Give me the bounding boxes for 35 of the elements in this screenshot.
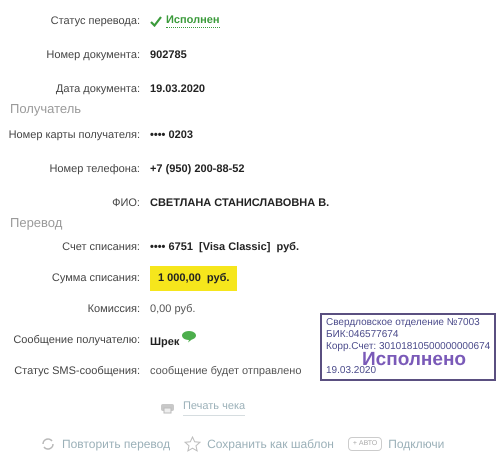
field-label: Номер документа: — [45, 48, 141, 63]
field-value: •••• 0203 — [150, 128, 193, 143]
message-value: Шрек — [150, 335, 180, 350]
section-title: Перевод — [9, 214, 64, 232]
field-value: СВЕТЛАНА СТАНИСЛАВОВНА В. — [150, 196, 330, 211]
speech-bubble-icon — [181, 330, 198, 344]
stamp-text: Корр.Счет: 30101810500000000674 — [326, 341, 490, 352]
stamp-text: БИК:046577674 — [326, 329, 400, 341]
action-link[interactable]: Повторить перевод — [62, 435, 170, 453]
field-label: Статус перевода: — [50, 14, 141, 29]
status-value: Исполнен — [166, 14, 220, 28]
field-label: Сообщение получателю: — [12, 333, 141, 348]
field-label: Сумма списания: — [50, 271, 141, 286]
section-title: Получатель — [9, 100, 82, 118]
field-value: 0,00 руб. — [150, 302, 196, 318]
refresh-icon — [40, 436, 56, 452]
star-icon — [184, 436, 202, 452]
action-link[interactable]: Сохранить как шаблон — [207, 435, 334, 453]
amount-value: 1 000,00 руб. — [150, 266, 238, 291]
field-label: Статус SMS-сообщения: — [13, 364, 141, 380]
field-label: Счет списания: — [61, 240, 141, 256]
check-icon — [150, 16, 162, 26]
field-label: Дата документа: — [54, 82, 141, 97]
field-value: +7 (950) 200-88-52 — [150, 162, 244, 177]
field-value: 19.03.2020 — [150, 82, 206, 97]
field-label: Номер карты получателя: — [8, 128, 141, 143]
field-value: 902785 — [150, 48, 187, 63]
print-receipt-link[interactable]: Печать чека — [183, 398, 246, 416]
field-value: сообщение будет отправлено — [150, 364, 302, 380]
action-link[interactable]: Подключи — [388, 435, 444, 453]
field-label: Комиссия: — [86, 302, 141, 318]
stamp-text: Свердловское отделение №7003 — [326, 317, 481, 329]
field-label: ФИО: — [111, 196, 141, 211]
field-value: •••• 6751 [Visa Classic] руб. — [150, 240, 300, 256]
field-label: Номер телефона: — [48, 162, 141, 177]
